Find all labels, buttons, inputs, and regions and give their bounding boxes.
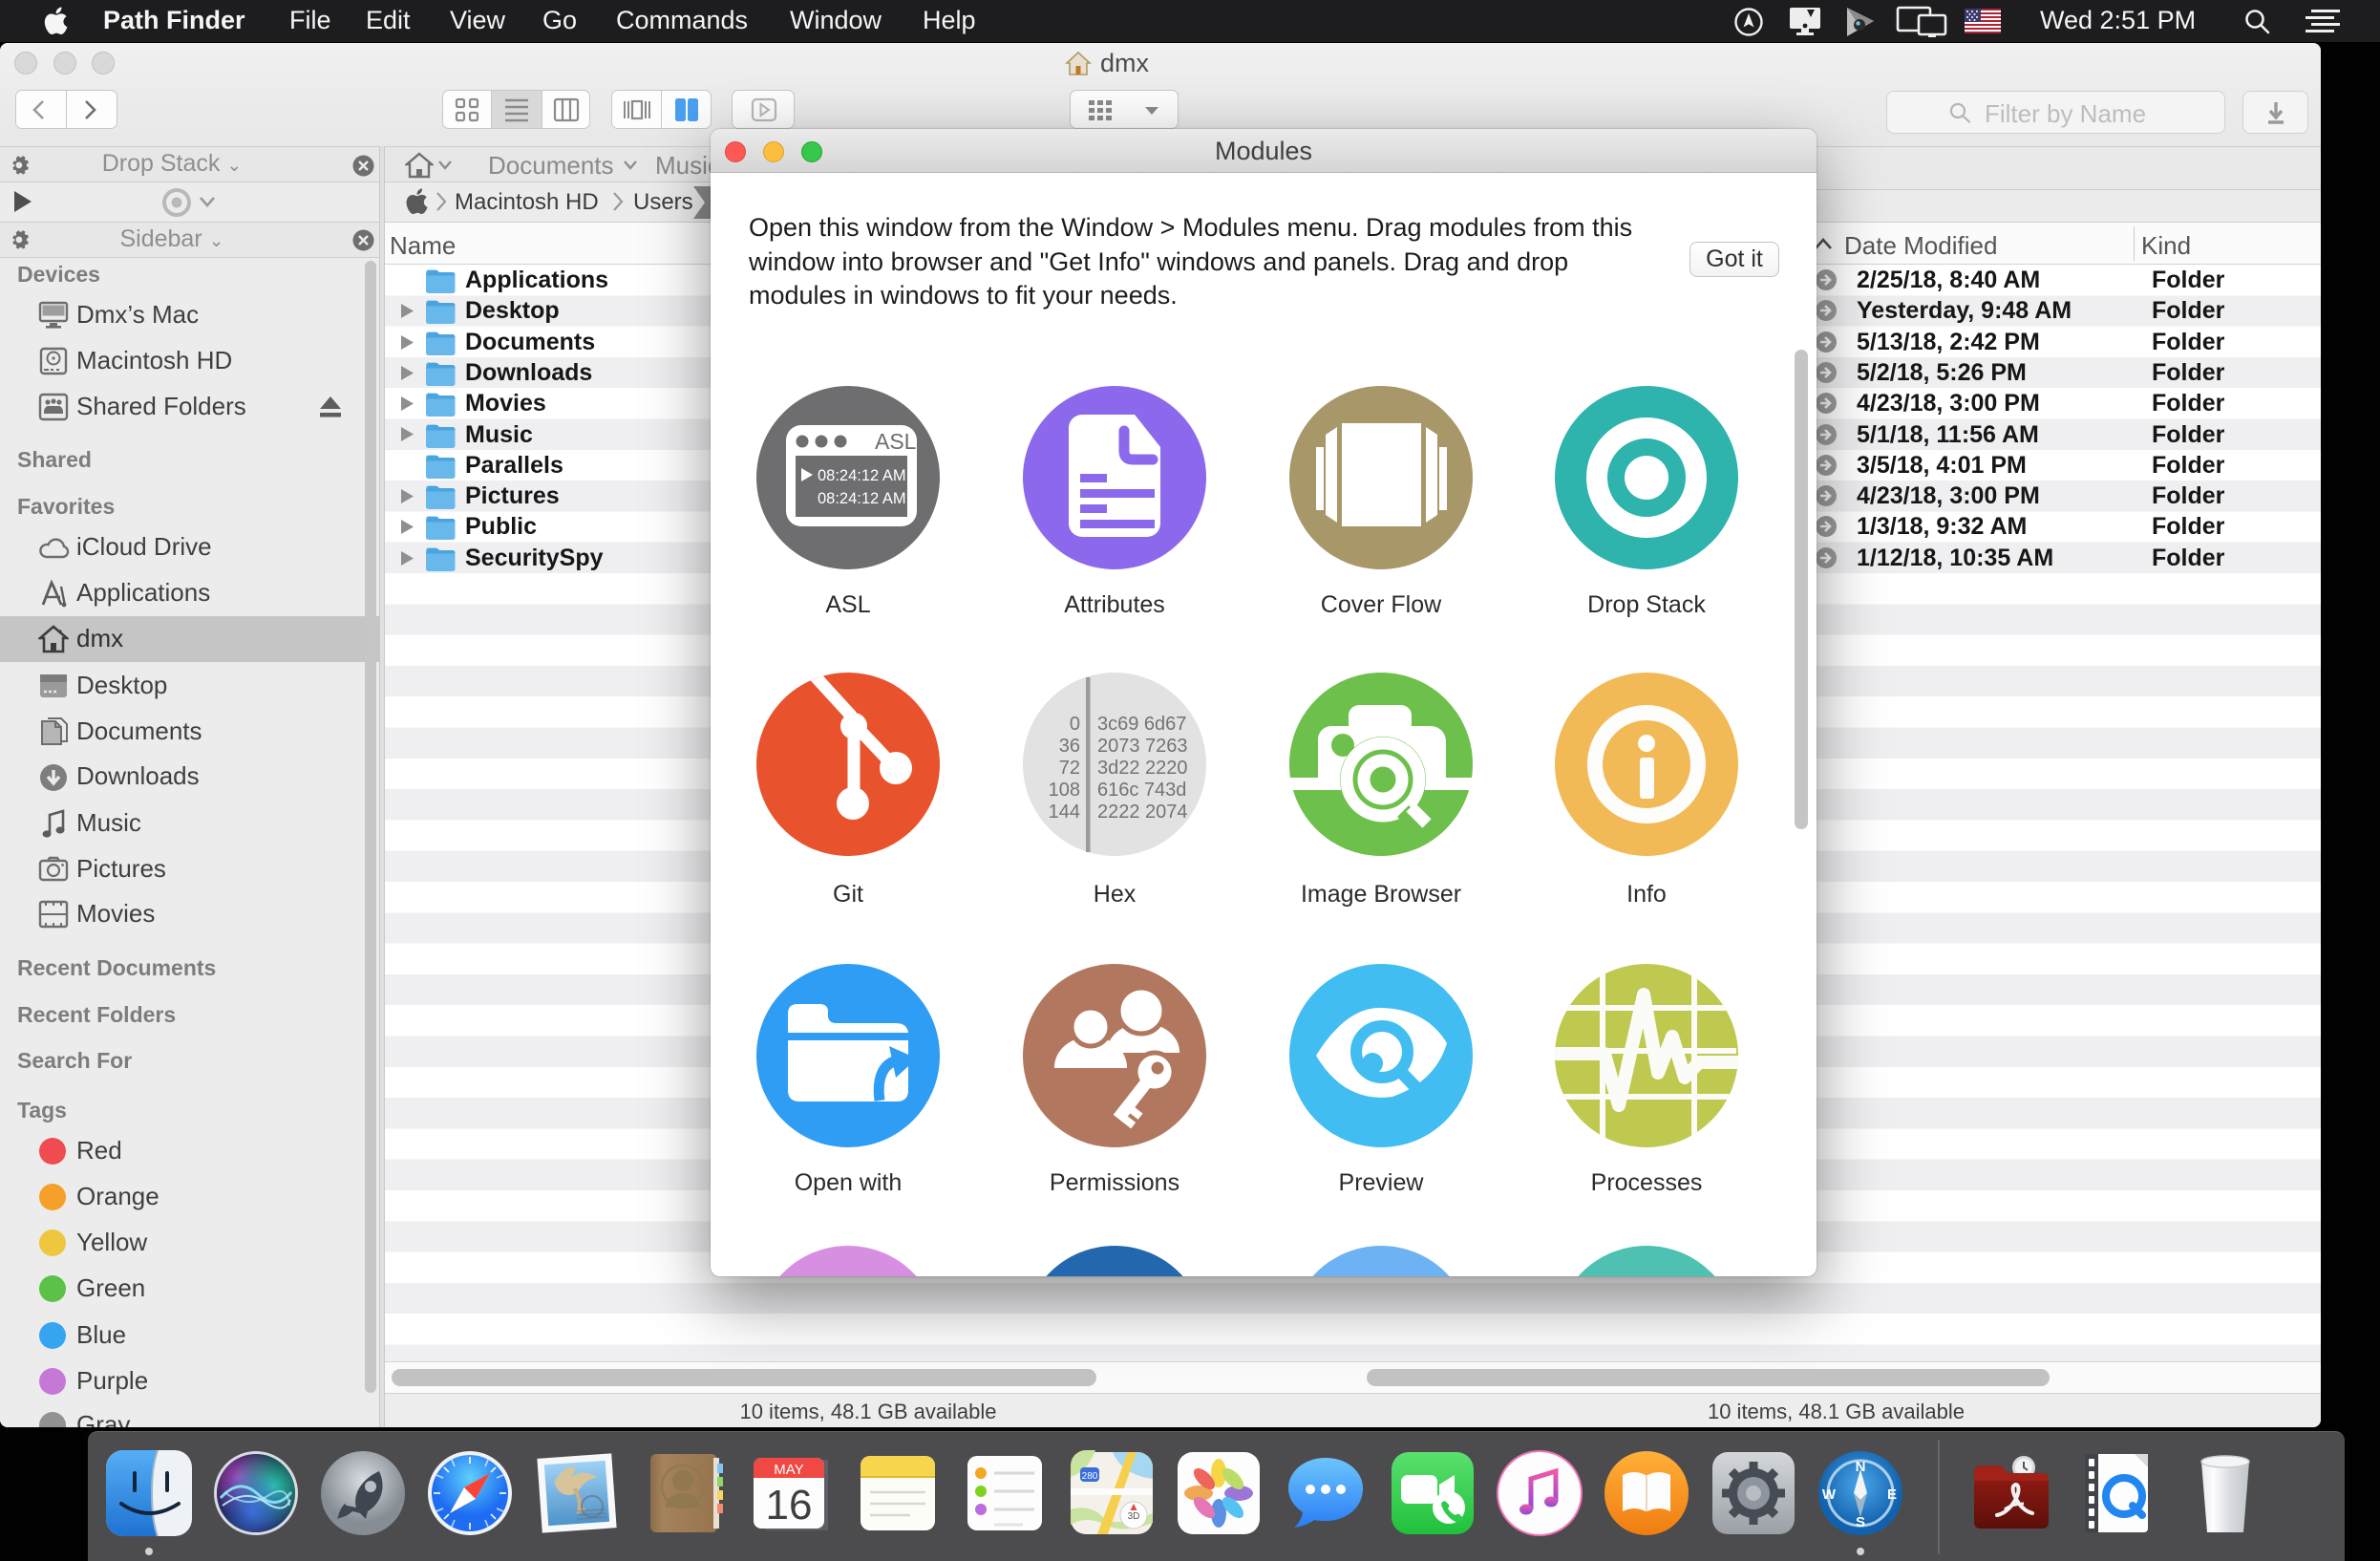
svg-text:MAY: MAY: [774, 1462, 803, 1478]
svg-text:108: 108: [1049, 780, 1080, 801]
svg-text:2222 2074: 2222 2074: [1097, 802, 1188, 823]
svg-text:ASL: ASL: [875, 429, 917, 454]
svg-text:3c69 6d67: 3c69 6d67: [1097, 714, 1186, 735]
svg-text:2073 7263: 2073 7263: [1097, 736, 1188, 757]
svg-text:3D: 3D: [1128, 1511, 1140, 1522]
svg-text:3d22 2220: 3d22 2220: [1097, 758, 1188, 779]
svg-text:36: 36: [1059, 736, 1080, 757]
svg-text:72: 72: [1059, 758, 1080, 779]
svg-text:W: W: [1822, 1486, 1837, 1503]
svg-text:144: 144: [1049, 802, 1080, 823]
svg-text:280: 280: [1082, 1471, 1098, 1482]
svg-text:0: 0: [1070, 714, 1080, 735]
svg-text:08:24:12 AM: 08:24:12 AM: [818, 467, 906, 484]
svg-text:616c 743d: 616c 743d: [1097, 780, 1186, 801]
svg-text:16: 16: [766, 1482, 813, 1529]
svg-text:08:24:12 AM: 08:24:12 AM: [818, 490, 906, 507]
svg-text:E: E: [1887, 1486, 1897, 1503]
